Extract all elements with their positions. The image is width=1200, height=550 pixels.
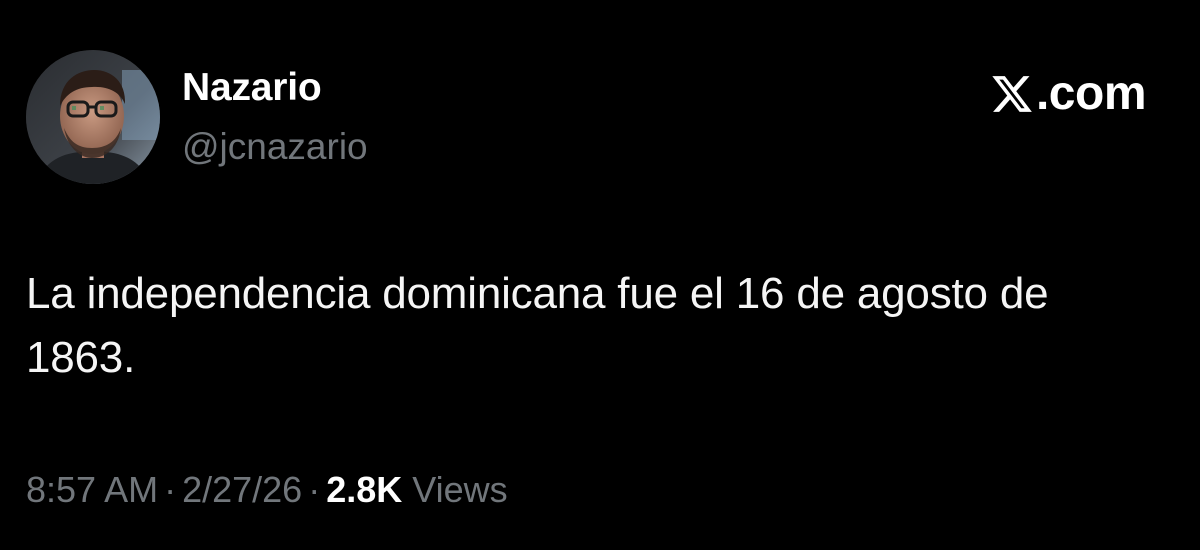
views-label[interactable]: Views bbox=[412, 469, 507, 510]
tweet-meta: 8:57 AM · 2/27/26 · 2.8K Views bbox=[26, 472, 508, 508]
x-logo-icon bbox=[992, 76, 1032, 112]
author-display-name[interactable]: Nazario bbox=[182, 68, 322, 107]
avatar[interactable] bbox=[26, 50, 160, 184]
author-handle[interactable]: @jcnazario bbox=[182, 128, 368, 165]
meta-separator: · bbox=[308, 469, 321, 510]
brand-watermark: .com bbox=[990, 67, 1147, 120]
tweet-time[interactable]: 8:57 AM bbox=[26, 469, 158, 510]
tweet-card: Nazario @jcnazario .com La independencia… bbox=[0, 0, 1200, 550]
views-count[interactable]: 2.8K bbox=[326, 469, 402, 510]
brand-label: .com bbox=[1035, 67, 1147, 120]
meta-separator: · bbox=[164, 469, 177, 510]
tweet-text: La independencia dominicana fue el 16 de… bbox=[26, 269, 1049, 382]
avatar-photo bbox=[26, 50, 160, 184]
tweet-date[interactable]: 2/27/26 bbox=[182, 469, 302, 510]
